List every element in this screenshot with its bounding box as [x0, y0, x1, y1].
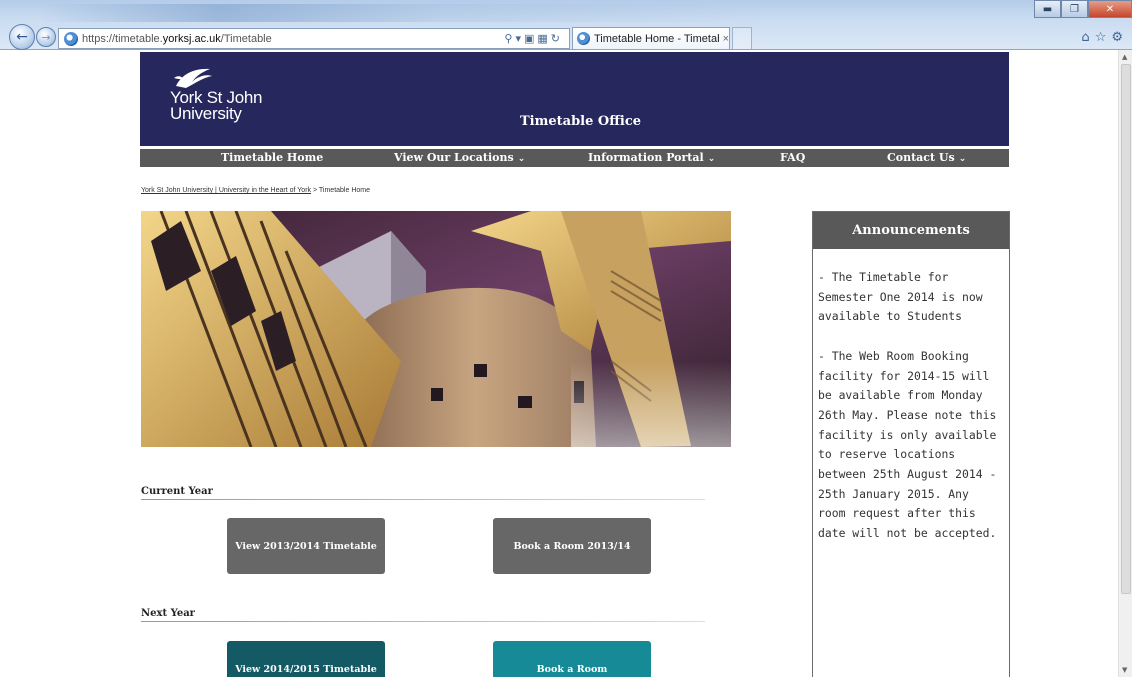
- close-icon: ✕: [1105, 3, 1115, 15]
- scrollbar-thumb[interactable]: [1121, 64, 1131, 594]
- refresh-icon[interactable]: ↻: [551, 32, 563, 45]
- announcements-body: - The Timetable for Semester One 2014 is…: [813, 249, 1009, 544]
- forward-button[interactable]: →: [36, 27, 56, 47]
- browser-toolbar-icons: ⌂☆⚙: [1081, 30, 1128, 45]
- minimize-button[interactable]: ▬: [1034, 0, 1061, 18]
- breadcrumb-home-link[interactable]: York St John University | University in …: [141, 187, 311, 194]
- announcement-item: - The Timetable for Semester One 2014 is…: [818, 270, 983, 324]
- ie-favicon-icon: [64, 31, 78, 46]
- book-room-button[interactable]: Book a Room: [493, 641, 651, 677]
- main-navigation: Timetable Home View Our Locations ⌄ Infor…: [140, 149, 1009, 167]
- home-icon[interactable]: ⌂: [1081, 30, 1094, 45]
- close-window-button[interactable]: ✕: [1088, 0, 1132, 18]
- dropdown-icon[interactable]: ▾: [515, 32, 524, 45]
- address-bar[interactable]: https://timetable.yorksj.ac.uk/Timetable…: [58, 28, 570, 49]
- breadcrumb: York St John University | University in …: [141, 187, 370, 194]
- nav-contact-us[interactable]: Contact Us ⌄: [887, 149, 966, 167]
- chevron-down-icon: ⌄: [517, 154, 526, 164]
- nav-view-our-locations[interactable]: View Our Locations ⌄: [394, 149, 525, 167]
- next-year-divider: [141, 621, 705, 622]
- scroll-up-icon[interactable]: ▲: [1122, 53, 1127, 61]
- minimize-icon: ▬: [1042, 3, 1053, 15]
- nav-timetable-home[interactable]: Timetable Home: [221, 149, 323, 167]
- current-year-heading: Current Year: [141, 486, 213, 497]
- chevron-down-icon: ⌄: [958, 154, 967, 164]
- announcements-panel: Announcements - The Timetable for Semest…: [812, 211, 1010, 677]
- vertical-scrollbar[interactable]: ▲ ▼: [1118, 50, 1132, 677]
- settings-gear-icon[interactable]: ⚙: [1111, 30, 1128, 45]
- announcement-item: - The Web Room Booking facility for 2014…: [818, 348, 997, 541]
- next-year-heading: Next Year: [141, 608, 195, 619]
- new-tab-button[interactable]: [732, 27, 752, 49]
- favorites-star-icon[interactable]: ☆: [1095, 30, 1112, 45]
- view-2013-2014-timetable-button[interactable]: View 2013/2014 Timetable: [227, 518, 385, 574]
- logo-text-line2: University: [170, 104, 242, 123]
- nav-faq[interactable]: FAQ: [780, 149, 805, 167]
- tab-close-icon[interactable]: ×: [723, 33, 729, 45]
- title-bar: [40, 4, 940, 22]
- hero-building-photo: [141, 211, 731, 447]
- current-year-divider: [141, 499, 705, 500]
- site-header: York St John University Timetable Office: [140, 52, 1009, 146]
- window-controls: ▬ ❐ ✕: [1034, 0, 1132, 18]
- browser-tab[interactable]: Timetable Home - Timetable ×: [572, 27, 730, 49]
- compatibility-icon[interactable]: ▦: [537, 32, 550, 45]
- scroll-down-icon[interactable]: ▼: [1122, 666, 1127, 674]
- book-room-2013-14-button[interactable]: Book a Room 2013/14: [493, 518, 651, 574]
- address-bar-icons: ⚲▾▣▦↻: [504, 32, 563, 45]
- maximize-button[interactable]: ❐: [1061, 0, 1088, 18]
- nav-information-portal[interactable]: Information Portal ⌄: [588, 149, 715, 167]
- announcements-heading: Announcements: [813, 212, 1009, 249]
- view-2014-2015-timetable-button[interactable]: View 2014/2015 Timetable: [227, 641, 385, 677]
- arrow-right-icon: →: [41, 30, 51, 44]
- back-button[interactable]: ←: [9, 24, 35, 50]
- breadcrumb-current: Timetable Home: [318, 187, 370, 194]
- browser-chrome: ← → https://timetable.yorksj.ac.uk/Timet…: [0, 0, 1132, 50]
- url-text: https://timetable.yorksj.ac.uk/Timetable: [82, 32, 272, 45]
- restore-icon: ❐: [1070, 3, 1079, 15]
- chevron-down-icon: ⌄: [707, 154, 716, 164]
- leaf-logo-icon: [174, 68, 212, 88]
- site-title: Timetable Office: [520, 114, 642, 129]
- arrow-left-icon: ←: [16, 29, 28, 45]
- breadcrumb-separator: >: [312, 187, 318, 194]
- lock-icon[interactable]: ▣: [524, 32, 537, 45]
- building-illustration: [141, 211, 731, 447]
- tab-favicon-icon: [577, 32, 590, 45]
- search-icon[interactable]: ⚲: [504, 32, 515, 45]
- tab-title: Timetable Home - Timetable: [594, 32, 719, 45]
